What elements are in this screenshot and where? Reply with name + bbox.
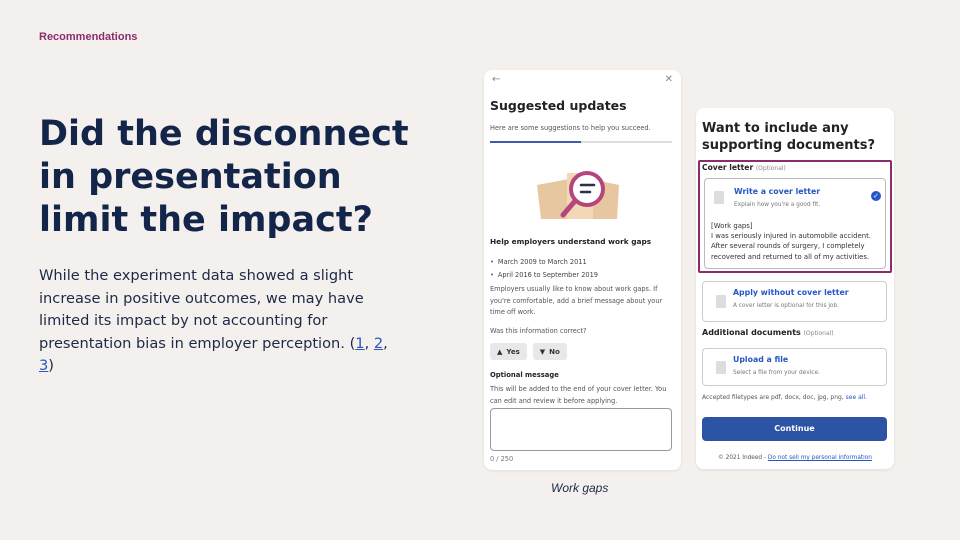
thumbs-up-icon: ▲ [497,347,503,356]
message-textarea[interactable] [490,408,672,451]
card-nav: ← ✕ [492,74,673,88]
list-item: March 2009 to March 2011 [490,256,598,269]
see-all-link[interactable]: see all. [846,394,867,401]
work-gap-text: [Work gaps] I was seriously injured in a… [711,222,871,261]
search-illustration-icon [537,171,619,219]
list-item: April 2016 to September 2019 [490,269,598,282]
no-button[interactable]: ▼ No [532,343,567,360]
apply-without-option[interactable]: Apply without cover letter A cover lette… [702,281,887,322]
card-title: Suggested updates [490,98,627,113]
work-gaps-heading: Help employers understand work gaps [490,237,652,246]
document-icon [716,295,726,308]
upload-icon [716,361,726,374]
body-text: While the experiment data showed a sligh… [39,267,364,352]
apply-without-sub: A cover letter is optional for this job. [733,303,840,309]
ref-separator: , [383,334,388,352]
headline: Did the disconnect in presentation limit… [39,114,409,240]
write-cover-letter-option[interactable]: Write a cover letter Explain how you're … [704,178,886,269]
yes-label: Yes [506,347,520,356]
continue-button[interactable]: Continue [702,417,887,441]
close-icon[interactable]: ✕ [665,74,673,88]
body-copy: While the experiment data showed a sligh… [39,265,399,378]
char-count: 0 / 250 [490,455,514,463]
cover-letter-text: Cover letter [702,163,754,172]
additional-docs-label: Additional documents (Optional) [702,328,834,337]
optional-tag: (Optional) [755,165,786,172]
privacy-link[interactable]: Do not sell my personal information [768,455,872,461]
filetypes-label: Accepted filetypes are pdf, docx, doc, j… [702,394,846,401]
progress-fill [490,141,581,143]
optional-message-title: Optional message [490,371,559,379]
optional-tag: (Optional) [803,330,834,337]
upload-link[interactable]: Upload a file [733,355,788,364]
ref-link-2[interactable]: 2 [374,335,383,352]
cover-letter-label: Cover letter (Optional) [702,163,786,172]
ref-link-3[interactable]: 3 [39,357,48,374]
footer: © 2021 Indeed - Do not sell my personal … [696,455,894,461]
yes-button[interactable]: ▲ Yes [490,343,527,360]
gap-list: March 2009 to March 2011 April 2016 to S… [490,256,598,282]
optional-message-sub: This will be added to the end of your co… [490,385,667,405]
ref-link-1[interactable]: 1 [355,335,364,352]
yes-no-group: ▲ Yes ▼ No [490,343,567,360]
additional-docs-text: Additional documents [702,328,801,337]
progress-bar [490,141,672,143]
write-cover-letter-sub: Explain how you're a good fit. [734,202,821,208]
upload-sub: Select a file from your device. [733,370,820,376]
caption: Work gaps [551,481,609,495]
arrow-left-icon[interactable]: ← [492,74,500,88]
work-gaps-paragraph: Employers usually like to know about wor… [490,285,663,316]
suggested-updates-card: ← ✕ Suggested updates Here are some sugg… [484,70,681,470]
card-subtitle: Here are some suggestions to help you su… [490,124,651,132]
section-label: Recommendations [39,31,138,43]
thumbs-down-icon: ▼ [539,347,546,356]
card-title: Want to include any supporting documents… [702,121,876,153]
supporting-docs-card: Want to include any supporting documents… [696,108,894,469]
upload-option[interactable]: Upload a file Select a file from your de… [702,348,887,386]
no-label: No [549,347,560,356]
copyright-text: © 2021 Indeed - [718,455,768,461]
apply-without-link[interactable]: Apply without cover letter [733,288,849,297]
check-icon: ✓ [871,191,881,201]
write-cover-letter-link[interactable]: Write a cover letter [734,187,820,196]
filetypes-text: Accepted filetypes are pdf, docx, doc, j… [702,394,867,401]
correct-question: Was this information correct? [490,327,587,335]
document-icon [714,191,724,204]
ref-separator: , [364,334,374,352]
ref-close: ) [48,357,54,374]
